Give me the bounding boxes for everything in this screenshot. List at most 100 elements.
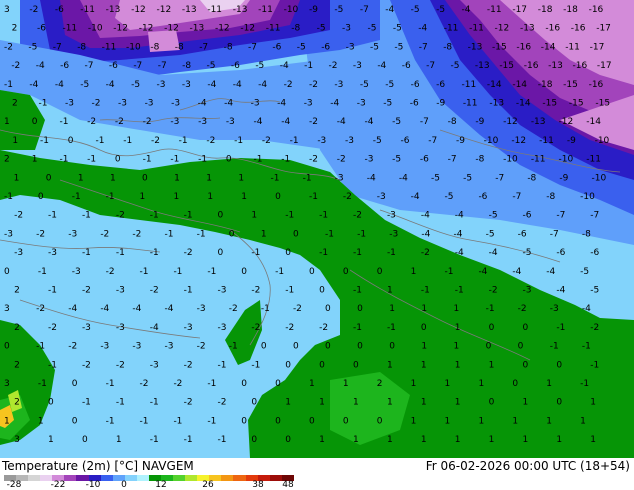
temperature-value: -9 [456, 136, 465, 146]
temperature-value: -1 [143, 155, 152, 165]
temperature-value: -3 [182, 80, 191, 90]
temperature-value: -2 [343, 192, 352, 202]
temperature-value: -2 [173, 379, 182, 389]
temperature-value: 1 [523, 435, 529, 445]
temperature-value: -1 [353, 248, 362, 258]
temperature-value: 1 [421, 360, 427, 370]
temperature-value: -8 [582, 229, 591, 239]
color-scale-tick: 12 [155, 480, 167, 490]
temperature-value: -1 [229, 342, 238, 352]
temperature-value: -15 [595, 99, 610, 109]
temperature-value: -5 [436, 5, 445, 15]
temperature-value: -1 [40, 136, 49, 146]
temperature-value: -2 [184, 248, 193, 258]
temperature-value: -10 [559, 155, 574, 165]
temperature-value: -3 [116, 286, 125, 296]
temperature-value: 0 [4, 342, 10, 352]
temperature-value: 0 [523, 360, 529, 370]
temperature-value: -3 [387, 211, 396, 221]
color-scale-tick: -22 [50, 480, 66, 490]
temperature-value: -3 [218, 323, 227, 333]
temperature-value: -7 [512, 192, 521, 202]
map-canvas: 3 -2 -6 -11 -13 -12 -12 -13 -11 -13 -11 -10 -9 -5 -7 -4… [0, 0, 634, 458]
temperature-value: -1 [309, 192, 318, 202]
temperature-value: -2 [262, 136, 271, 146]
temperature-value: -5 [392, 155, 401, 165]
temperature-value: -9 [567, 136, 576, 146]
temperature-value: 1 [387, 435, 393, 445]
temperature-value: -4 [556, 286, 565, 296]
temperature-value: -5 [489, 211, 498, 221]
temperature-value: 1 [206, 173, 212, 183]
temperature-value: 1 [140, 192, 146, 202]
temperature-value: -2 [229, 304, 238, 314]
temperature-value: -5 [523, 248, 532, 258]
temperature-value: 0 [241, 267, 247, 277]
temperature-value: 0 [489, 323, 495, 333]
temperature-value: 0 [309, 267, 315, 277]
temperature-value: -12 [131, 5, 146, 15]
temperature-value: -1 [96, 136, 105, 146]
temperature-value: -3 [226, 117, 235, 127]
temperature-value: -1 [140, 416, 149, 426]
temperature-value: -2 [251, 286, 260, 296]
temperature-value: -17 [596, 24, 611, 34]
temperature-value: -1 [285, 286, 294, 296]
color-scale-swatch [100, 475, 113, 481]
temperature-value: -15 [569, 99, 584, 109]
temperature-value: -1 [184, 211, 193, 221]
temperature-value: 0 [115, 155, 121, 165]
temperature-value: -6 [109, 61, 118, 71]
temperature-value: -11 [462, 80, 477, 90]
temperature-value: 0 [229, 229, 235, 239]
temperature-value: -4 [385, 5, 394, 15]
temperature-value: -1 [234, 136, 243, 146]
temperature-value: -1 [150, 398, 159, 408]
color-scale-bar [4, 475, 294, 481]
temperature-value: -5 [392, 117, 401, 127]
temperature-value: 0 [325, 304, 331, 314]
temperature-value: -2 [309, 80, 318, 90]
temperature-value: -7 [590, 211, 599, 221]
temperature-value: -1 [281, 155, 290, 165]
temperature-value: 1 [546, 416, 552, 426]
temperature-value: -1 [580, 379, 589, 389]
temperature-value: -3 [334, 80, 343, 90]
temperature-value: 1 [590, 435, 596, 445]
temperature-value: -1 [455, 286, 464, 296]
temperature-value: -2 [309, 155, 318, 165]
temperature-value: -5 [367, 24, 376, 34]
temperature-value: 2 [14, 398, 20, 408]
color-scale-tick: -28 [6, 480, 22, 490]
temperature-value: 0 [251, 398, 257, 408]
temperature-value: -8 [150, 42, 159, 52]
temperature-value: -13 [182, 5, 197, 15]
temperature-value: -11 [62, 24, 77, 34]
temperature-value: -3 [342, 24, 351, 34]
temperature-value: 1 [38, 416, 44, 426]
temperature-value: -1 [550, 342, 559, 352]
temperature-value: -1 [4, 192, 13, 202]
temperature-value: -13 [475, 61, 490, 71]
temperature-value: 1 [238, 173, 244, 183]
temperature-value: 1 [453, 342, 459, 352]
temperature-value: -1 [59, 117, 68, 127]
temperature-value: -1 [123, 136, 132, 146]
temperature-value: -1 [357, 229, 366, 239]
temperature-value: -7 [85, 61, 94, 71]
temperature-value: -11 [207, 5, 222, 15]
temperature-value: -8 [224, 42, 233, 52]
temperature-value: -3 [317, 136, 326, 146]
temperature-value: -10 [284, 5, 299, 15]
temperature-value: -12 [240, 24, 255, 34]
temperature-value: -6 [556, 248, 565, 258]
temperature-value: -10 [484, 136, 499, 146]
temperature-value: 1 [251, 211, 257, 221]
temperature-value: 1 [421, 398, 427, 408]
temperature-value: -6 [55, 5, 64, 15]
temperature-value: -1 [207, 416, 216, 426]
temperature-value: -2 [116, 211, 125, 221]
temperature-value: -14 [516, 99, 531, 109]
temperature-value: -1 [82, 248, 91, 258]
temperature-value: -1 [261, 304, 270, 314]
